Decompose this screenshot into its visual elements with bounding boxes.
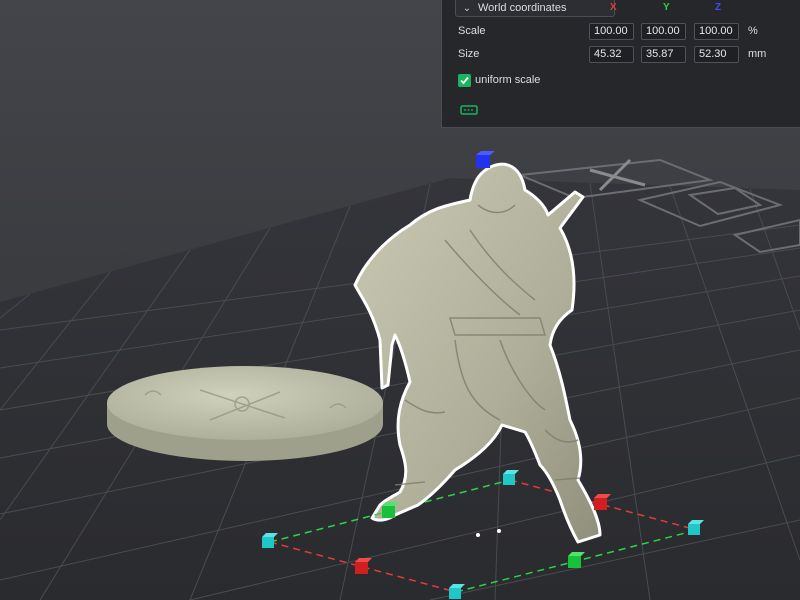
scale-x-input[interactable]: 100.00 xyxy=(589,23,634,40)
checkmark-icon xyxy=(460,76,469,85)
size-label: Size xyxy=(458,48,480,60)
coordinate-system-value: World coordinates xyxy=(478,2,567,14)
uniform-scale-checkbox[interactable] xyxy=(458,74,471,87)
round-base[interactable] xyxy=(107,366,383,461)
scale-z-input[interactable]: 100.00 xyxy=(694,23,739,40)
scale-panel: ⌄ World coordinates X Y Z Scale 100.00 1… xyxy=(441,0,800,128)
scale-unit: % xyxy=(748,25,758,37)
reset-scale-icon[interactable] xyxy=(460,104,478,116)
chevron-down-icon: ⌄ xyxy=(462,2,472,14)
uniform-scale-label: uniform scale xyxy=(475,74,541,86)
coordinate-system-select[interactable]: ⌄ World coordinates xyxy=(455,0,615,17)
axis-x-header: X xyxy=(610,2,617,13)
scale-y-input[interactable]: 100.00 xyxy=(641,23,686,40)
size-z-input[interactable]: 52.30 xyxy=(694,46,739,63)
size-unit: mm xyxy=(748,48,767,60)
scale-label: Scale xyxy=(458,25,486,37)
axis-z-header: Z xyxy=(715,2,722,13)
size-y-input[interactable]: 35.87 xyxy=(641,46,686,63)
axis-y-header: Y xyxy=(663,2,670,13)
size-x-input[interactable]: 45.32 xyxy=(589,46,634,63)
